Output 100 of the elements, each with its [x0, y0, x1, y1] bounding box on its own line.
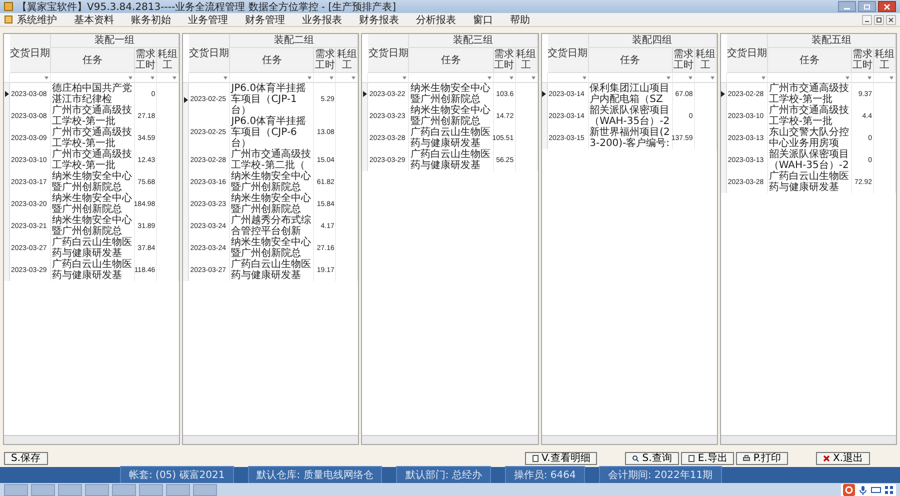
- printer-icon: [743, 454, 750, 462]
- taskbar-button[interactable]: [4, 484, 28, 496]
- filter-dropdown[interactable]: [664, 76, 672, 80]
- input-method-icon[interactable]: [843, 484, 855, 496]
- filter-dropdown[interactable]: [686, 76, 694, 80]
- filter-dropdown[interactable]: [866, 76, 874, 80]
- table-cell: 纳米生物安全中心暨广州创新院总: [409, 105, 494, 127]
- column-header[interactable]: 交货日期: [726, 34, 768, 73]
- row-header[interactable]: [542, 83, 548, 105]
- restore-button[interactable]: [858, 1, 876, 12]
- filter-dropdown[interactable]: [328, 76, 336, 80]
- group-header: 装配一组: [51, 34, 180, 48]
- row-header[interactable]: [362, 83, 368, 105]
- view-detail-button[interactable]: V.查看明细: [524, 452, 598, 464]
- taskbar-button[interactable]: [193, 484, 217, 496]
- filter-dropdown[interactable]: [580, 76, 588, 80]
- print-button[interactable]: P.打印: [736, 452, 788, 464]
- close-button[interactable]: [878, 1, 896, 12]
- close-button[interactable]: [886, 14, 896, 24]
- close-icon: [822, 454, 830, 462]
- filter-dropdown[interactable]: [222, 76, 230, 80]
- filter-dropdown[interactable]: [760, 76, 767, 80]
- save-button[interactable]: S.保存: [4, 452, 48, 464]
- row-header[interactable]: [720, 83, 727, 105]
- taskbar-button[interactable]: [85, 484, 109, 496]
- query-button[interactable]: S.查询: [625, 452, 679, 464]
- keyboard-icon[interactable]: [871, 484, 881, 494]
- filter-dropdown[interactable]: [508, 76, 515, 80]
- menu-item[interactable]: 系统维护: [17, 12, 57, 26]
- filter-dropdown[interactable]: [306, 76, 314, 80]
- scroll-bar[interactable]: [4, 435, 180, 444]
- taskbar-button[interactable]: [112, 484, 136, 496]
- scroll-bar[interactable]: [183, 435, 358, 444]
- filter-dropdown[interactable]: [43, 76, 50, 80]
- scroll-bar[interactable]: [542, 435, 717, 444]
- taskbar-button[interactable]: [31, 484, 55, 496]
- column-header[interactable]: 任务: [768, 48, 852, 73]
- table-cell: 纳米生物安全中心暨广州创新院总: [409, 83, 494, 105]
- table-cell: 东山交警大队分控中心业务用房项: [768, 127, 852, 149]
- minimize-button[interactable]: [862, 14, 872, 24]
- filter-dropdown[interactable]: [530, 76, 537, 80]
- menu-item[interactable]: 基本资料: [74, 12, 114, 26]
- table-cell: 纳米生物安全中心暨广州创新院总: [51, 215, 136, 237]
- filter-dropdown[interactable]: [486, 76, 493, 80]
- table-cell: 广药白云山生物医药与健康研发基: [768, 171, 852, 193]
- group-header: 装配二组: [230, 34, 358, 48]
- menu-item[interactable]: 帮助: [510, 12, 530, 26]
- column-header[interactable]: 需求工时: [135, 48, 158, 73]
- filter-dropdown[interactable]: [844, 76, 852, 80]
- export-button[interactable]: E.导出: [680, 452, 734, 464]
- filter-dropdown[interactable]: [888, 76, 896, 80]
- column-header[interactable]: 任务: [51, 48, 136, 73]
- taskbar-button[interactable]: [139, 484, 163, 496]
- restore-button[interactable]: [874, 14, 884, 24]
- menu-item[interactable]: 窗口: [473, 12, 493, 26]
- table-cell: 广州市交通高级技工学校-第一批: [768, 105, 852, 127]
- column-header[interactable]: 需求工时: [852, 48, 874, 73]
- menu-item[interactable]: 财务管理: [245, 12, 285, 26]
- column-header[interactable]: 耗组工: [874, 48, 896, 73]
- column-header[interactable]: 需求工时: [314, 48, 336, 73]
- menu-item[interactable]: 业务报表: [302, 12, 342, 26]
- app-icon: [4, 2, 13, 11]
- microphone-icon[interactable]: [858, 484, 868, 494]
- table-cell: 广药白云山生物医药与健康研发基: [51, 259, 136, 281]
- row-header[interactable]: [4, 83, 10, 105]
- filter-dropdown[interactable]: [708, 76, 716, 80]
- menu-item[interactable]: 账务初始: [131, 12, 171, 26]
- filter-dropdown[interactable]: [171, 76, 178, 80]
- column-header[interactable]: 交货日期: [548, 34, 589, 73]
- column-header[interactable]: 耗组工: [336, 48, 358, 73]
- column-header[interactable]: 耗组工: [157, 48, 180, 73]
- column-header[interactable]: 任务: [230, 48, 314, 73]
- taskbar-button[interactable]: [166, 484, 190, 496]
- column-header[interactable]: 耗组工: [694, 48, 717, 73]
- column-header[interactable]: 耗组工: [516, 48, 538, 73]
- filter-dropdown[interactable]: [149, 76, 156, 80]
- menu-item[interactable]: 分析报表: [416, 12, 456, 26]
- column-header[interactable]: 交货日期: [10, 34, 51, 73]
- filter-dropdown[interactable]: [127, 76, 134, 80]
- minimize-button[interactable]: [838, 1, 856, 12]
- column-header[interactable]: 需求工时: [494, 48, 516, 73]
- filter-dropdown[interactable]: [350, 76, 358, 80]
- menu-item[interactable]: 财务报表: [359, 12, 399, 26]
- column-header[interactable]: 任务: [588, 48, 673, 73]
- exit-button[interactable]: X.退出: [816, 452, 870, 464]
- column-header[interactable]: 交货日期: [368, 34, 410, 73]
- column-header[interactable]: 需求工时: [672, 48, 695, 73]
- restore-icon: [876, 16, 882, 22]
- scroll-bar[interactable]: [362, 435, 538, 444]
- scroll-bar[interactable]: [720, 435, 896, 444]
- grid-icon[interactable]: [884, 484, 894, 494]
- table-cell: 广州市交通高级技工学校-第一批: [51, 149, 136, 171]
- close-icon: [883, 4, 891, 10]
- filter-dropdown[interactable]: [401, 76, 408, 80]
- menu-item[interactable]: 业务管理: [188, 12, 228, 26]
- taskbar-button[interactable]: [58, 484, 82, 496]
- status-field: 会计期间: 2022年11期: [598, 466, 722, 484]
- column-header[interactable]: 交货日期: [189, 34, 230, 73]
- column-header[interactable]: 任务: [409, 48, 494, 73]
- row-header[interactable]: [183, 83, 190, 116]
